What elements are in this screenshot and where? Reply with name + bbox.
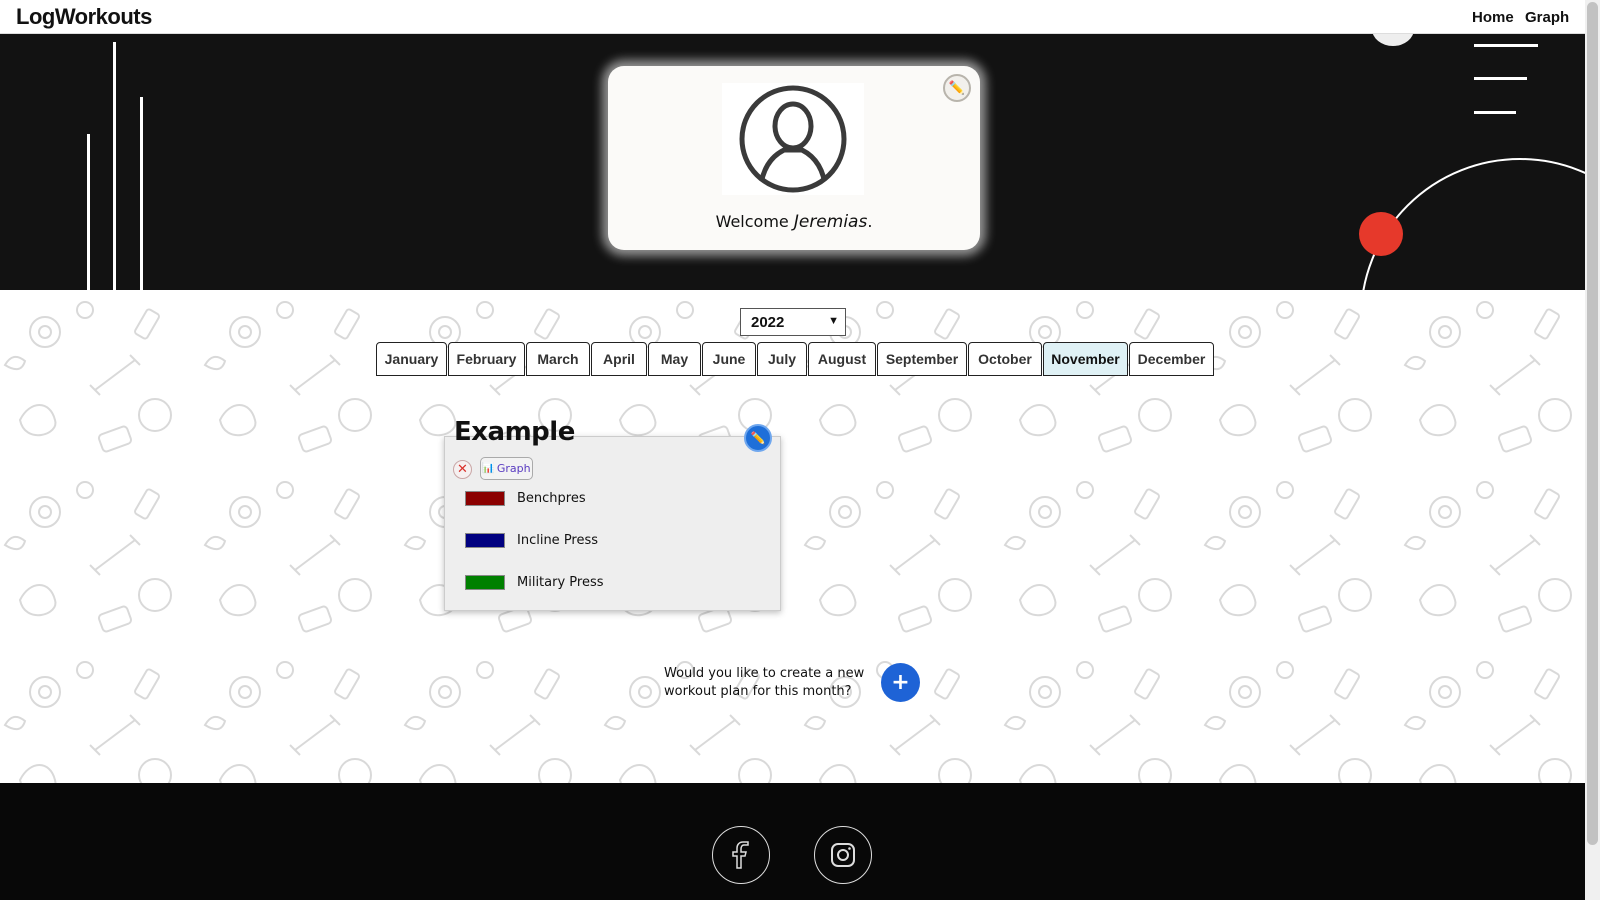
plan-graph-button[interactable]: 📊 Graph xyxy=(480,457,533,480)
tab-june[interactable]: June xyxy=(702,342,756,376)
bar-chart-icon: 📊 xyxy=(482,463,495,474)
exercise-name: Military Press xyxy=(517,574,604,590)
hero-banner: Welcome Jeremias. ✏️ xyxy=(0,34,1585,290)
month-tabs: January February March April May June Ju… xyxy=(376,342,1215,376)
exercise-name: Benchpres xyxy=(517,490,586,506)
tab-may[interactable]: May xyxy=(648,342,701,376)
delete-plan-button[interactable]: ✕ xyxy=(453,460,472,479)
decor-line xyxy=(140,97,143,290)
plus-icon: + xyxy=(891,670,910,695)
tab-february[interactable]: February xyxy=(448,342,525,376)
username: Jeremias xyxy=(793,212,868,232)
year-select-value: 2022 xyxy=(751,313,785,331)
tab-october[interactable]: October xyxy=(968,342,1042,376)
exercise-item[interactable]: Benchpres xyxy=(465,488,586,508)
tab-november[interactable]: November xyxy=(1043,342,1128,376)
tab-january[interactable]: January xyxy=(376,342,447,376)
exercise-name: Incline Press xyxy=(517,532,599,548)
footer xyxy=(0,783,1585,900)
instagram-link[interactable] xyxy=(814,826,872,884)
navbar: LogWorkouts Home Graph xyxy=(0,0,1585,34)
plan-title: Example xyxy=(454,417,575,447)
scrollbar-thumb[interactable] xyxy=(1587,2,1598,845)
decor-line xyxy=(1474,77,1527,80)
pencil-icon: ✏️ xyxy=(750,431,766,445)
welcome-text: Welcome xyxy=(715,212,789,231)
plan-graph-label: Graph xyxy=(496,462,531,475)
decor-line xyxy=(1474,111,1516,114)
decor-circle xyxy=(1372,34,1414,46)
exercise-item[interactable]: Military Press xyxy=(465,572,604,592)
calendar-section: 2022 ▼ January February March April May … xyxy=(0,290,1585,783)
profile-card: Welcome Jeremias. ✏️ xyxy=(608,66,980,250)
exercise-item[interactable]: Incline Press xyxy=(465,530,598,550)
decor-red-dot xyxy=(1359,212,1403,256)
year-select[interactable]: 2022 ▼ xyxy=(740,308,846,336)
decor-line xyxy=(87,134,90,290)
avatar xyxy=(722,83,864,195)
decor-line xyxy=(113,42,116,290)
tab-july[interactable]: July xyxy=(757,342,807,376)
instagram-icon xyxy=(831,843,855,867)
decor-line xyxy=(1474,44,1538,47)
create-plan-button[interactable]: + xyxy=(881,663,920,702)
facebook-link[interactable] xyxy=(712,826,770,884)
chevron-down-icon: ▼ xyxy=(828,315,839,327)
tab-august[interactable]: August xyxy=(808,342,876,376)
pencil-icon: ✏️ xyxy=(948,80,966,96)
nav-graph-link[interactable]: Graph xyxy=(1525,9,1569,26)
tab-september[interactable]: September xyxy=(877,342,967,376)
exercise-color-swatch xyxy=(465,574,505,590)
tab-april[interactable]: April xyxy=(591,342,647,376)
user-silhouette-icon xyxy=(739,85,847,193)
tab-december[interactable]: December xyxy=(1129,342,1214,376)
workout-plan-card: Example ✏️ ✕ 📊 Graph Benchpres Incline P… xyxy=(444,417,781,611)
facebook-icon xyxy=(732,841,749,869)
edit-plan-button[interactable]: ✏️ xyxy=(744,424,772,452)
welcome-message: Welcome Jeremias. xyxy=(608,212,980,232)
brand-logo[interactable]: LogWorkouts xyxy=(16,4,152,30)
edit-profile-button[interactable]: ✏️ xyxy=(943,74,971,102)
create-plan-prompt: Would you like to create a new workout p… xyxy=(664,666,865,699)
exercise-color-swatch xyxy=(465,532,505,548)
username-suffix: . xyxy=(867,212,873,231)
tab-march[interactable]: March xyxy=(526,342,590,376)
nav-home-link[interactable]: Home xyxy=(1472,9,1514,26)
vertical-scrollbar[interactable] xyxy=(1585,0,1600,900)
exercise-color-swatch xyxy=(465,490,505,506)
close-icon: ✕ xyxy=(457,462,468,477)
